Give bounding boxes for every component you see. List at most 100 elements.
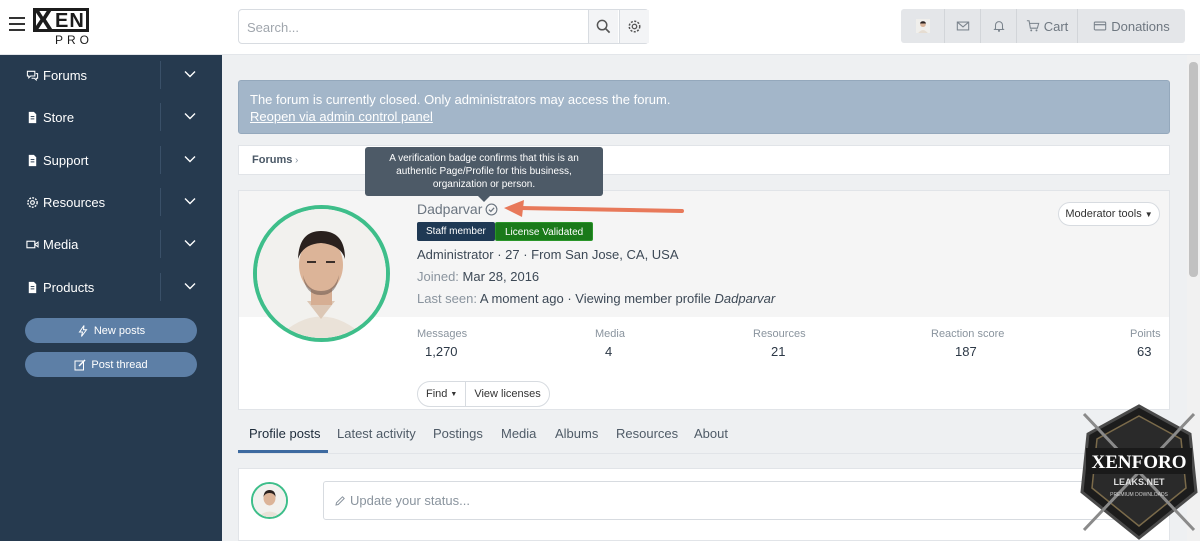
watermark-line1: XENFORO: [1092, 452, 1187, 473]
moderator-tools-label: Moderator tools: [1065, 208, 1142, 220]
video-icon: [26, 240, 39, 249]
watermark-logo: XENFORO LEAKS.NET PREMIUM DOWNLOADS: [1080, 404, 1198, 540]
file-icon: [28, 281, 37, 294]
stat-value: 4: [605, 344, 613, 359]
stat-media[interactable]: Media 4: [595, 328, 625, 359]
sidebar-item-label: Products: [43, 280, 95, 295]
sidebar-item-label: Forums: [43, 68, 88, 83]
new-posts-label: New posts: [93, 324, 146, 337]
tab-media[interactable]: Media: [501, 426, 536, 441]
tab-profile-posts[interactable]: Profile posts: [249, 426, 321, 441]
file-icon: [28, 111, 37, 124]
alerts-button[interactable]: [981, 9, 1017, 43]
sidebar-item-label: Store: [43, 110, 75, 125]
search-box: [238, 9, 649, 44]
verified-badge-icon[interactable]: [485, 203, 498, 216]
tab-resources[interactable]: Resources: [616, 426, 678, 441]
new-posts-button[interactable]: New posts: [25, 318, 197, 343]
reopen-link[interactable]: Reopen via admin control panel: [250, 109, 433, 124]
chevron-down-icon[interactable]: [184, 239, 196, 247]
search-icon: [596, 19, 611, 34]
view-licenses-button[interactable]: View licenses: [466, 382, 548, 406]
stat-points[interactable]: Points 63: [1130, 328, 1161, 359]
inbox-button[interactable]: [945, 9, 981, 43]
find-button[interactable]: Find ▼: [418, 382, 467, 406]
license-validated-badge: License Validated: [495, 222, 594, 241]
post-thread-button[interactable]: Post thread: [25, 352, 197, 377]
stat-reaction-score[interactable]: Reaction score 187: [931, 328, 1004, 359]
staff-member-badge: Staff member: [417, 222, 495, 241]
chevron-down-icon[interactable]: [184, 70, 196, 78]
post-thread-label: Post thread: [91, 358, 148, 371]
verification-tooltip: A verification badge confirms that this …: [365, 147, 603, 202]
joined-label: Joined:: [417, 269, 459, 284]
donations-label: Donations: [1111, 18, 1170, 34]
status-input[interactable]: Update your status...: [323, 481, 1163, 520]
bell-icon: [992, 21, 1005, 32]
donations-icon: [1094, 21, 1107, 31]
moderator-tools-button[interactable]: Moderator tools ▼: [1058, 202, 1160, 226]
search-button[interactable]: [588, 10, 618, 43]
tab-albums[interactable]: Albums: [555, 426, 598, 441]
user-role-line: Administrator · 27 · From San Jose, CA, …: [417, 247, 679, 262]
sidebar-item-label: Resources: [43, 195, 106, 210]
stat-resources[interactable]: Resources 21: [753, 328, 806, 359]
status-avatar[interactable]: [251, 482, 288, 519]
status-update-box: Update your status...: [238, 468, 1170, 541]
search-settings-button[interactable]: [619, 10, 649, 43]
stat-value: 21: [771, 344, 786, 359]
find-label: Find: [426, 388, 448, 400]
sidebar-item-resources[interactable]: Resources: [0, 182, 222, 224]
notice-text: The forum is currently closed. Only admi…: [250, 92, 671, 107]
annotation-arrow-icon: [504, 200, 684, 217]
sidebar-item-products[interactable]: Products: [0, 267, 222, 309]
profile-actions: Find ▼ View licenses: [417, 381, 550, 407]
stat-value: 187: [955, 344, 977, 359]
tooltip-arrow: [478, 196, 490, 202]
avatar[interactable]: [253, 205, 390, 342]
edit-icon: [74, 359, 86, 370]
breadcrumb-forums[interactable]: Forums: [252, 154, 292, 166]
comments-icon: [26, 70, 39, 82]
site-logo[interactable]: X EN PRO: [31, 6, 91, 47]
tab-postings[interactable]: Postings: [433, 426, 483, 441]
forum-closed-notice: The forum is currently closed. Only admi…: [238, 80, 1170, 134]
stat-label: Messages: [417, 328, 468, 340]
sidebar-item-store[interactable]: Store: [0, 97, 222, 139]
sidebar-item-label: Support: [43, 153, 89, 168]
joined-value: Mar 28, 2016: [462, 269, 540, 284]
stat-label: Points: [1130, 328, 1161, 340]
account-button[interactable]: [901, 9, 945, 43]
watermark-line2: LEAKS.NET: [1113, 477, 1165, 487]
donations-button[interactable]: Donations: [1078, 9, 1185, 43]
breadcrumb-chevron-icon: ›: [295, 155, 299, 166]
sidebar: Forums Store Support Resources Media Pro…: [0, 55, 222, 541]
envelope-icon: [956, 21, 969, 31]
file-icon: [28, 154, 37, 167]
profile-username: Dadparvar: [417, 201, 498, 217]
caret-down-icon: ▼: [1144, 209, 1153, 219]
stat-value: 1,270: [425, 344, 458, 359]
cart-button[interactable]: Cart: [1017, 9, 1078, 43]
user-nav: Cart Donations: [901, 9, 1185, 43]
tab-about[interactable]: About: [694, 426, 728, 441]
last-seen-value: A moment ago · Viewing member profile: [479, 291, 711, 306]
chevron-down-icon[interactable]: [184, 197, 196, 205]
active-tab-indicator: [238, 450, 328, 453]
search-input[interactable]: [247, 18, 577, 36]
menu-icon[interactable]: [9, 17, 25, 31]
chevron-down-icon[interactable]: [184, 155, 196, 163]
stat-label: Resources: [753, 328, 806, 340]
pencil-icon: [335, 495, 345, 506]
sidebar-item-media[interactable]: Media: [0, 224, 222, 266]
profile-card: Dadparvar Staff member License Validated…: [238, 190, 1170, 410]
sidebar-item-forums[interactable]: Forums: [0, 55, 222, 97]
scrollbar-thumb[interactable]: [1189, 62, 1198, 277]
stat-messages[interactable]: Messages 1,270: [417, 328, 467, 359]
tab-latest-activity[interactable]: Latest activity: [337, 426, 416, 441]
stat-label: Reaction score: [931, 328, 1005, 340]
sidebar-item-support[interactable]: Support: [0, 140, 222, 182]
cart-label: Cart: [1043, 18, 1069, 34]
chevron-down-icon[interactable]: [184, 282, 196, 290]
chevron-down-icon[interactable]: [184, 112, 196, 120]
